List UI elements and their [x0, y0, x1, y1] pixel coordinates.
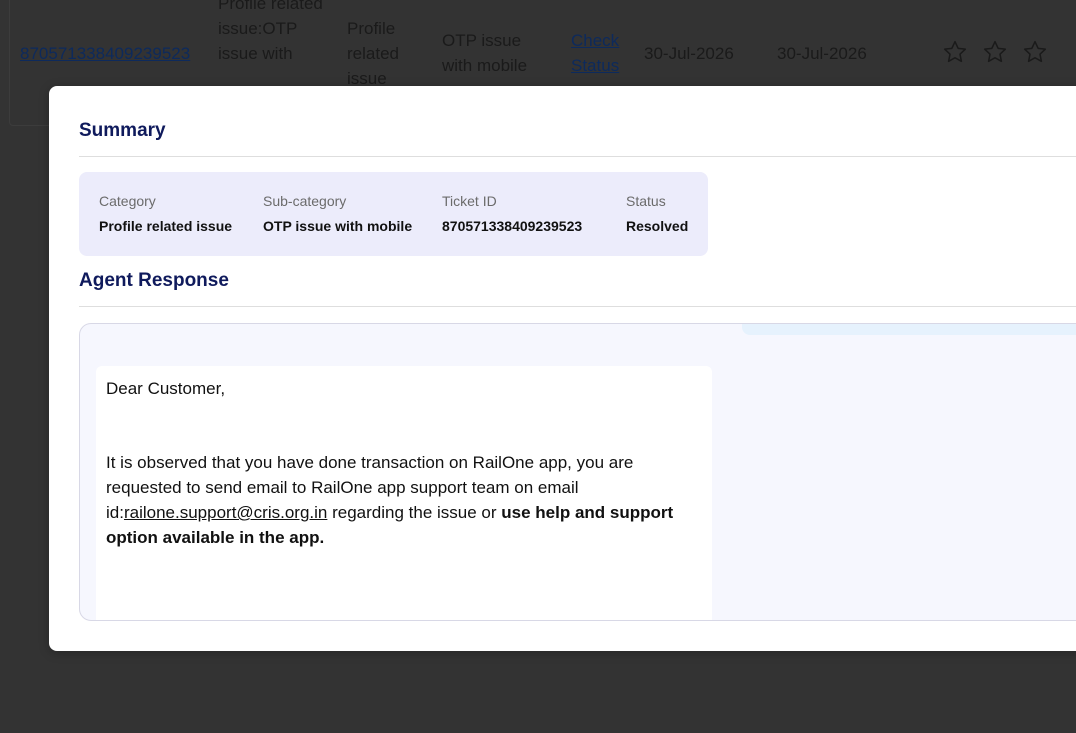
category-label: Category [99, 193, 156, 209]
summary-box: Category Profile related issue Sub-categ… [79, 172, 708, 256]
agent-response-box: Dear Customer, It is observed that you h… [79, 323, 1076, 621]
created-date: 30-Jul-2026 [644, 44, 734, 63]
message-body-part2: regarding the issue or [327, 503, 502, 522]
category-value: Profile related issue [99, 218, 233, 234]
summary-title: Summary [79, 120, 166, 141]
summary-subcategory: Sub-category OTP issue with mobile [263, 192, 412, 235]
support-email-link[interactable]: railone.support@cris.org.in [124, 503, 327, 522]
ticket-id-value: 870571338409239523 [442, 218, 583, 234]
subcategory-label: Sub-category [263, 193, 347, 209]
ticket-description: Profile related issue:OTP issue with [218, 0, 323, 63]
star-icon[interactable] [982, 39, 1008, 65]
star-icon[interactable] [1022, 39, 1048, 65]
divider [79, 156, 1076, 157]
message-card: Dear Customer, It is observed that you h… [96, 366, 712, 620]
page: 870571338409239523 Profile related issue… [0, 0, 1076, 733]
agent-response-title: Agent Response [79, 270, 229, 291]
divider [79, 306, 1076, 307]
status-label: Status [626, 193, 666, 209]
response-tab-strip [742, 324, 1076, 335]
subcategory-value: OTP issue with mobile [263, 218, 413, 234]
ticket-category: Profile related issue [347, 19, 399, 88]
updated-date: 30-Jul-2026 [777, 44, 867, 63]
status-value: Resolved [626, 218, 689, 234]
message-greeting: Dear Customer, [106, 379, 226, 398]
summary-modal: Summary Category Profile related issue S… [49, 86, 1076, 651]
message-body: It is observed that you have done transa… [106, 450, 702, 550]
summary-category: Category Profile related issue [99, 192, 232, 235]
summary-status: Status Resolved [626, 192, 688, 235]
ticket-id-link[interactable]: 870571338409239523 [20, 41, 190, 66]
star-icon[interactable] [942, 39, 968, 65]
ticket-id-label: Ticket ID [442, 193, 497, 209]
summary-ticket-id: Ticket ID 870571338409239523 [442, 192, 582, 235]
ticket-subcategory: OTP issue with mobile [442, 31, 528, 75]
rating-stars [942, 39, 1048, 65]
check-status-link[interactable]: Check Status [571, 28, 631, 78]
